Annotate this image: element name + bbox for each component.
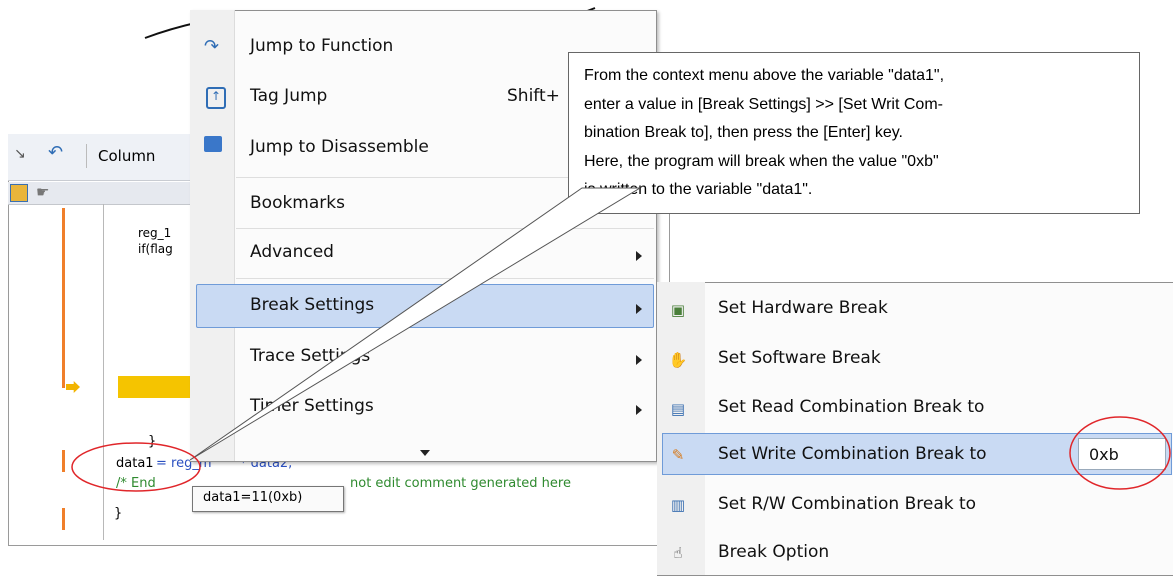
annotation-overlay [71, 187, 1171, 492]
